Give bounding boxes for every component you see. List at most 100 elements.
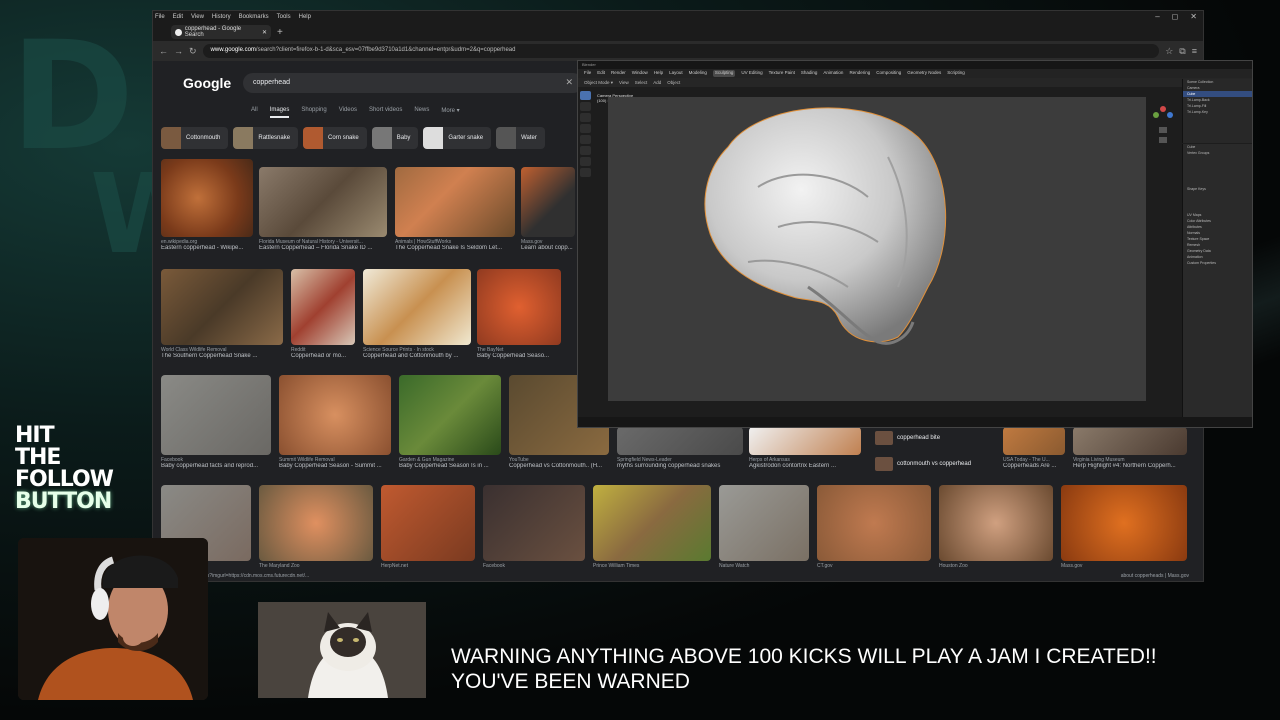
menu-bookmarks[interactable]: Bookmarks [239, 14, 269, 20]
image-result[interactable]: HerpNet.net [381, 485, 475, 569]
new-tab-icon[interactable]: + [277, 27, 283, 38]
menu-view[interactable]: View [191, 14, 204, 20]
image-result[interactable]: Mass.gov Learn about copp... [521, 167, 575, 251]
reload-icon[interactable]: ↻ [189, 46, 197, 57]
image-result[interactable]: Prince William Times [593, 485, 711, 569]
blender-menu-window[interactable]: Window [632, 70, 648, 77]
menu-edit[interactable]: Edit [173, 14, 183, 20]
url-bar[interactable]: www.google.com/search?client=firefox-b-1… [202, 44, 1160, 58]
navigation-gizmo[interactable] [1148, 97, 1178, 157]
tab-short-videos[interactable]: Short videos [369, 107, 402, 118]
extensions-icon[interactable]: ⧉ [1179, 46, 1185, 57]
workspace-tab[interactable]: Texture Paint [769, 70, 795, 77]
back-icon[interactable]: ← [159, 46, 168, 56]
search-input[interactable]: copperhead ✕ [243, 73, 583, 93]
blender-menu-file[interactable]: File [584, 70, 591, 77]
rotate-tool-icon[interactable] [580, 124, 591, 133]
image-result[interactable]: Herps of Arkansas Agkistrodon contortrix… [749, 427, 861, 469]
menu-history[interactable]: History [212, 14, 231, 20]
image-result[interactable]: Nature Watch [719, 485, 809, 569]
object-menu[interactable]: Object [667, 80, 680, 85]
outliner-item[interactable]: Tri.Lamp-Key [1183, 109, 1252, 115]
tab-shopping[interactable]: Shopping [301, 107, 326, 118]
image-result[interactable]: en.wikipedia.org Eastern copperhead - Wi… [161, 159, 253, 251]
select-menu[interactable]: Select [635, 80, 648, 85]
image-result[interactable]: Virginia Living Museum Herp Highlight #4… [1073, 427, 1187, 469]
tab-videos[interactable]: Videos [339, 107, 357, 118]
measure-tool-icon[interactable] [580, 168, 591, 177]
properties-section[interactable]: Custom Properties [1183, 260, 1252, 266]
annotate-tool-icon[interactable] [580, 157, 591, 166]
chip-garter-snake[interactable]: Garter snake [423, 127, 492, 149]
cat-camera [258, 602, 426, 698]
image-result[interactable]: Facebook [483, 485, 585, 569]
image-result[interactable]: Reddit Copperhead or mo... [291, 269, 355, 359]
tab-google-search[interactable]: copperhead - Google Search ✕ [171, 25, 271, 39]
add-menu[interactable]: Add [653, 80, 661, 85]
image-result[interactable]: Florida Museum of Natural History - Univ… [259, 167, 387, 251]
blender-menu-render[interactable]: Render [611, 70, 626, 77]
image-result[interactable]: Houston Zoo [939, 485, 1053, 569]
maximize-icon[interactable]: ◻ [1172, 12, 1179, 21]
chip-baby[interactable]: Baby [371, 127, 419, 149]
result-source: Mass.gov [1061, 563, 1083, 569]
image-result[interactable]: Garden & Gun Magazine Baby Copperhead Se… [399, 375, 501, 469]
warning-line-2: YOU'VE BEEN WARNED [451, 670, 690, 693]
workspace-tab[interactable]: Compositing [876, 70, 901, 77]
image-result[interactable]: Mass.gov [1061, 485, 1187, 569]
chip-thumbnail [161, 127, 181, 149]
chip-cottonmouth[interactable]: Cottonmouth [161, 127, 229, 149]
chip-corn-snake[interactable]: Corn snake [303, 127, 367, 149]
image-result[interactable]: Animals | HowStuffWorks The Copperhead S… [395, 167, 515, 251]
forward-icon[interactable]: → [174, 46, 183, 56]
chip-water[interactable]: Water [496, 127, 545, 149]
menu-hamburger-icon[interactable]: ≡ [1192, 46, 1197, 56]
image-result[interactable]: The Maryland Zoo [259, 485, 373, 569]
image-result[interactable]: Summit Wildlife Removal Baby Copperhead … [279, 375, 391, 469]
menu-tools[interactable]: Tools [277, 14, 291, 20]
tab-news[interactable]: News [414, 107, 429, 118]
image-result[interactable]: The BayNet Baby Copperhead Seaso... [477, 269, 561, 359]
tab-images[interactable]: Images [269, 107, 290, 118]
related-label: copperhead bite [897, 435, 941, 441]
related-search-cottonmouth-vs-copperhead[interactable]: cottonmouth vs copperhead [875, 457, 971, 471]
blender-menu-edit[interactable]: Edit [597, 70, 605, 77]
workspace-tab[interactable]: UV Editing [741, 70, 762, 77]
3d-viewport[interactable] [608, 97, 1146, 401]
image-result[interactable]: CT.gov [817, 485, 931, 569]
image-result[interactable]: World Class Wildlife Removal The Souther… [161, 269, 283, 359]
bookmark-star-icon[interactable]: ☆ [1165, 46, 1173, 57]
related-search-copperhead-bite[interactable]: copperhead bite [875, 431, 940, 445]
view-menu[interactable]: View [619, 80, 629, 85]
workspace-tab[interactable]: Rendering [849, 70, 870, 77]
image-result[interactable]: USA Today - The U... Copperheads Are ... [1003, 427, 1065, 469]
workspace-tab[interactable]: Scripting [947, 70, 965, 77]
workspace-tab[interactable]: Modeling [689, 70, 707, 77]
google-logo[interactable]: Google [183, 75, 231, 91]
cursor-tool-icon[interactable] [580, 102, 591, 111]
tab-all[interactable]: All [251, 107, 258, 118]
image-result[interactable]: Science Source Prints · In stock Copperh… [363, 269, 471, 359]
related-thumbnail [875, 457, 893, 471]
image-result[interactable]: Springfield News-Leader myths surroundin… [617, 427, 743, 469]
workspace-tab[interactable]: Animation [823, 70, 843, 77]
workspace-tab[interactable]: Layout [669, 70, 683, 77]
chip-rattlesnake[interactable]: Rattlesnake [233, 127, 299, 149]
mode-selector[interactable]: Object Mode ▾ [584, 80, 613, 85]
clear-search-icon[interactable]: ✕ [565, 77, 573, 88]
minimize-icon[interactable]: – [1155, 12, 1159, 21]
blender-menu-help[interactable]: Help [654, 70, 663, 77]
menu-file[interactable]: File [155, 14, 165, 20]
workspace-tab-active[interactable]: Sculpting [712, 70, 736, 77]
tab-more[interactable]: More ▾ [441, 107, 459, 118]
menu-help[interactable]: Help [299, 14, 311, 20]
image-result[interactable]: Facebook Baby copperhead facts and repro… [161, 375, 271, 469]
select-tool-icon[interactable] [580, 91, 591, 100]
close-icon[interactable]: ✕ [1190, 12, 1197, 21]
scale-tool-icon[interactable] [580, 135, 591, 144]
tab-close-icon[interactable]: ✕ [262, 29, 267, 36]
move-tool-icon[interactable] [580, 113, 591, 122]
transform-tool-icon[interactable] [580, 146, 591, 155]
workspace-tab[interactable]: Shading [801, 70, 818, 77]
workspace-tab[interactable]: Geometry Nodes [907, 70, 941, 77]
